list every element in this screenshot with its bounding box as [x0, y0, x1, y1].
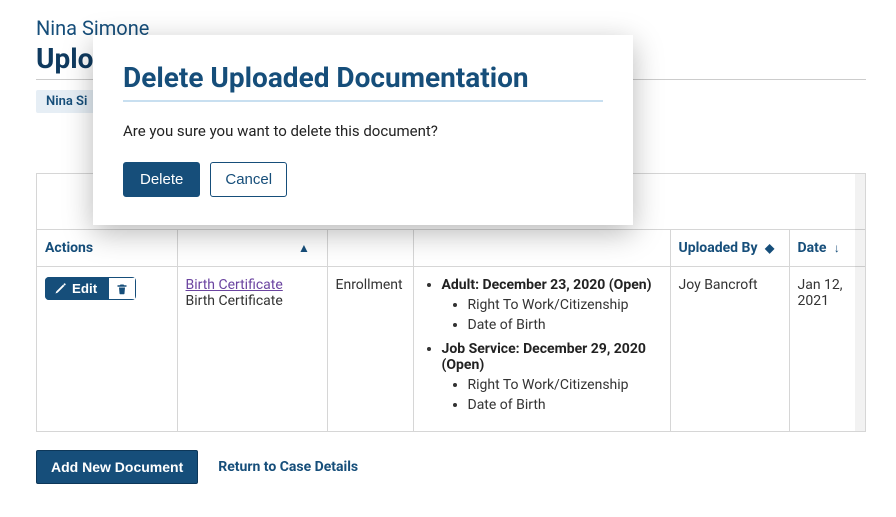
delete-confirm-modal: Delete Uploaded Documentation Are you su…: [93, 35, 633, 225]
table-row: Edit Birth Certificate Birth Certificate…: [37, 267, 866, 432]
program-item: Right To Work/Citizenship: [468, 297, 662, 313]
add-document-button[interactable]: Add New Document: [36, 450, 198, 484]
program-item: Right To Work/Citizenship: [468, 377, 662, 393]
program-item: Date of Birth: [468, 317, 662, 333]
pencil-icon: [54, 283, 66, 295]
sort-icon: ▲: [298, 241, 310, 255]
person-tag[interactable]: Nina Si: [36, 90, 97, 113]
th-programs[interactable]: [413, 230, 670, 267]
sort-icon: ◆: [765, 241, 774, 255]
upload-date: Jan 12, 2021: [798, 277, 843, 309]
th-type[interactable]: Type: [327, 230, 413, 267]
row-actions: Edit: [45, 277, 136, 300]
program-item: Date of Birth: [468, 397, 662, 413]
document-type: Enrollment: [336, 277, 403, 293]
documents-table: Actions Document Name ▲ Type Uploaded By…: [37, 230, 866, 431]
th-actions[interactable]: Actions: [37, 230, 177, 267]
modal-body: Are you sure you want to delete this doc…: [123, 122, 603, 140]
cancel-button[interactable]: Cancel: [210, 162, 287, 197]
uploaded-by: Joy Bancroft: [679, 277, 758, 293]
edit-button[interactable]: Edit: [45, 277, 108, 300]
program-title: Job Service: December 29, 2020 (Open): [442, 341, 646, 373]
edit-button-label: Edit: [72, 281, 97, 296]
th-docname[interactable]: Document Name ▲: [177, 230, 327, 267]
trash-icon: [116, 283, 128, 295]
confirm-delete-button[interactable]: Delete: [123, 162, 200, 197]
document-link[interactable]: Birth Certificate: [186, 277, 283, 293]
programs-list: Adult: December 23, 2020 (Open) Right To…: [422, 277, 662, 413]
sort-desc-icon: ↓: [834, 241, 840, 255]
delete-row-button[interactable]: [108, 277, 136, 300]
document-subtext: Birth Certificate: [186, 293, 283, 309]
program-title: Adult: December 23, 2020 (Open): [442, 277, 652, 293]
th-uploadedby[interactable]: Uploaded By ◆: [670, 230, 789, 267]
th-actions-label: Actions: [45, 240, 93, 256]
modal-title: Delete Uploaded Documentation: [123, 61, 603, 102]
th-date-label: Date: [798, 240, 827, 256]
return-link[interactable]: Return to Case Details: [218, 459, 358, 475]
th-date[interactable]: Date ↓: [789, 230, 866, 267]
th-uploadedby-label: Uploaded By: [679, 240, 758, 256]
